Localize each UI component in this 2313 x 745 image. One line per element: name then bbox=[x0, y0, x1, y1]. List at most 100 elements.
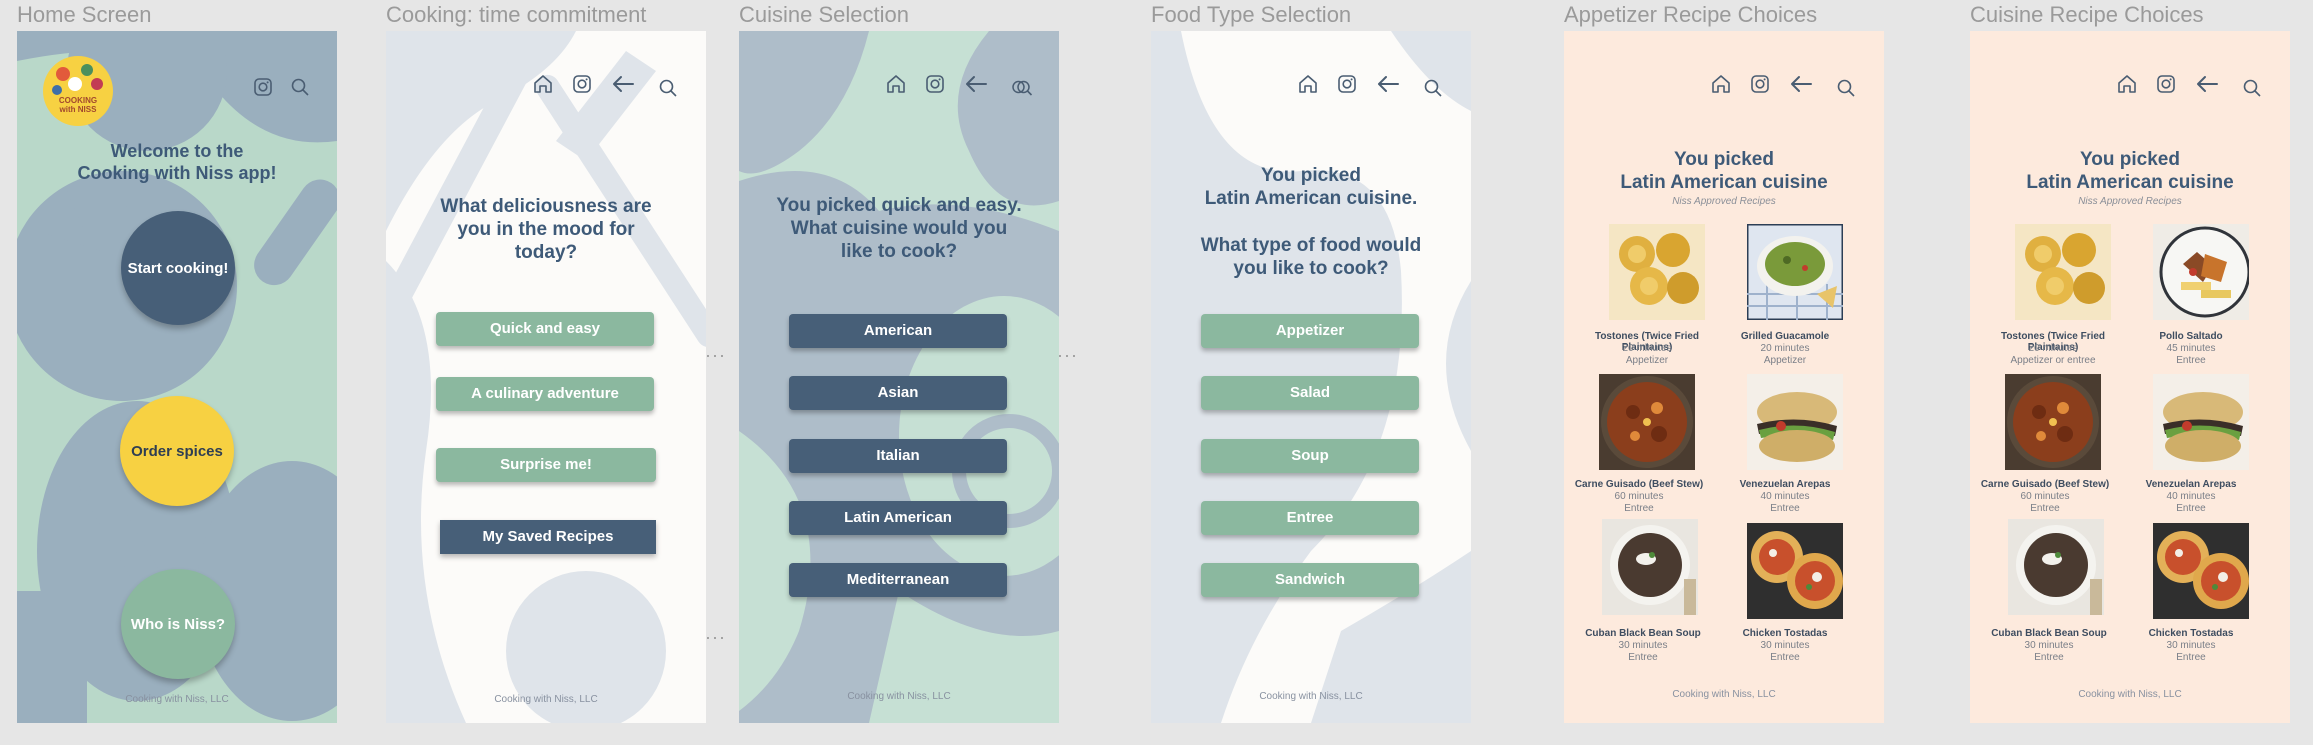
appetizer-recipes-frame: You picked Latin American cuisine Niss A… bbox=[1564, 31, 1884, 723]
welcome-heading: Welcome to the Cooking with Niss app! bbox=[77, 141, 277, 183]
food-entree[interactable]: Entree bbox=[1201, 501, 1419, 535]
option-quick-and-easy[interactable]: Quick and easy bbox=[436, 312, 654, 346]
search-icon[interactable] bbox=[1011, 78, 1033, 98]
recipe-image[interactable] bbox=[2153, 224, 2249, 320]
home-screen-frame: COOKING with NISS Welcome to the Cooking… bbox=[17, 31, 337, 723]
recipe-time: 40 minutes bbox=[2166, 491, 2216, 502]
frame-title-cuisine-recipes: Cuisine Recipe Choices bbox=[1970, 2, 2204, 27]
recipe-image[interactable] bbox=[1747, 523, 1843, 619]
recipe-name[interactable]: Cuban Black Bean Soup bbox=[1568, 628, 1718, 639]
recipe-type: Entree bbox=[2034, 652, 2064, 663]
cuisine-latin-american[interactable]: Latin American bbox=[789, 501, 1007, 535]
recipe-type: Entree bbox=[2030, 503, 2060, 514]
recipe-name[interactable]: Cuban Black Bean Soup bbox=[1974, 628, 2124, 639]
frame-title-time: Cooking: time commitment bbox=[386, 2, 647, 27]
app-logo[interactable]: COOKING with NISS bbox=[43, 56, 113, 126]
home-icon[interactable] bbox=[1710, 73, 1732, 95]
food-salad[interactable]: Salad bbox=[1201, 376, 1419, 410]
question-heading: You picked Latin American cuisine. What … bbox=[1200, 165, 1422, 279]
instagram-icon[interactable] bbox=[2156, 74, 2176, 94]
recipe-name[interactable]: Venezuelan Arepas bbox=[1710, 479, 1860, 490]
search-icon[interactable] bbox=[1836, 78, 1856, 98]
recipes-subtitle: Niss Approved Recipes bbox=[1672, 196, 1776, 207]
back-arrow-icon[interactable] bbox=[964, 74, 988, 94]
recipe-type: Entree bbox=[1624, 503, 1654, 514]
food-soup[interactable]: Soup bbox=[1201, 439, 1419, 473]
logo-text: COOKING with NISS bbox=[58, 96, 98, 114]
cuisine-asian[interactable]: Asian bbox=[789, 376, 1007, 410]
back-arrow-icon[interactable] bbox=[1376, 74, 1400, 94]
recipe-type: Entree bbox=[1770, 503, 1800, 514]
recipe-image[interactable] bbox=[1609, 224, 1705, 320]
recipe-type: Appetizer bbox=[1763, 355, 1807, 366]
instagram-icon[interactable] bbox=[925, 74, 945, 94]
recipe-image[interactable] bbox=[2015, 224, 2111, 320]
recipe-image[interactable] bbox=[2153, 374, 2249, 470]
question-heading: What deliciousness are you in the mood f… bbox=[440, 196, 652, 264]
recipe-time: 20 minutes bbox=[1760, 343, 1810, 354]
recipe-name[interactable]: Venezuelan Arepas bbox=[2116, 479, 2266, 490]
frame-title-appetizer: Appetizer Recipe Choices bbox=[1564, 2, 1818, 27]
food-sandwich[interactable]: Sandwich bbox=[1201, 563, 1419, 597]
recipe-name[interactable]: Grilled Guacamole bbox=[1710, 331, 1860, 342]
home-icon[interactable] bbox=[885, 73, 907, 95]
cuisine-italian[interactable]: Italian bbox=[789, 439, 1007, 473]
cuisine-recipes-frame: You picked Latin American cuisine Niss A… bbox=[1970, 31, 2290, 723]
recipe-time: 45 minutes bbox=[2166, 343, 2216, 354]
ellipsis-icon: ··· bbox=[705, 627, 726, 647]
back-arrow-icon[interactable] bbox=[611, 74, 635, 94]
recipe-name[interactable]: Carne Guisado (Beef Stew) bbox=[1564, 479, 1714, 490]
recipe-image[interactable] bbox=[1602, 519, 1698, 615]
recipe-type: Entree bbox=[1628, 652, 1658, 663]
recipe-type: Entree bbox=[2176, 652, 2206, 663]
recipe-time: 20 minutes bbox=[2028, 343, 2078, 354]
recipe-time: 60 minutes bbox=[1614, 491, 1664, 502]
start-cooking-button[interactable]: Start cooking! bbox=[121, 211, 235, 325]
frame-title-cuisine: Cuisine Selection bbox=[739, 2, 909, 27]
search-icon[interactable] bbox=[658, 78, 678, 98]
footer-text: Cooking with Niss, LLC bbox=[494, 694, 598, 705]
home-icon[interactable] bbox=[1297, 73, 1319, 95]
recipe-type: Entree bbox=[1770, 652, 1800, 663]
instagram-icon[interactable] bbox=[253, 77, 273, 97]
recipe-time: 40 minutes bbox=[1760, 491, 1810, 502]
cuisine-american[interactable]: American bbox=[789, 314, 1007, 348]
recipe-name[interactable]: Carne Guisado (Beef Stew) bbox=[1970, 479, 2120, 490]
recipe-image[interactable] bbox=[1747, 374, 1843, 470]
recipe-image[interactable] bbox=[2005, 374, 2101, 470]
recipe-time: 20 minutes bbox=[1622, 343, 1672, 354]
search-icon[interactable] bbox=[290, 77, 310, 97]
recipe-time: 30 minutes bbox=[2166, 640, 2216, 651]
recipe-type: Appetizer bbox=[1625, 355, 1669, 366]
recipe-name[interactable]: Chicken Tostadas bbox=[2116, 628, 2266, 639]
who-is-niss-button[interactable]: Who is Niss? bbox=[121, 569, 235, 679]
recipe-image[interactable] bbox=[1747, 224, 1843, 320]
option-surprise-me[interactable]: Surprise me! bbox=[436, 448, 656, 482]
recipe-image[interactable] bbox=[2008, 519, 2104, 615]
instagram-icon[interactable] bbox=[1337, 74, 1357, 94]
home-icon[interactable] bbox=[532, 73, 554, 95]
search-icon[interactable] bbox=[2242, 78, 2262, 98]
instagram-icon[interactable] bbox=[572, 74, 592, 94]
instagram-icon[interactable] bbox=[1750, 74, 1770, 94]
home-icon[interactable] bbox=[2116, 73, 2138, 95]
recipe-time: 60 minutes bbox=[2020, 491, 2070, 502]
back-arrow-icon[interactable] bbox=[1789, 74, 1813, 94]
recipe-name[interactable]: Chicken Tostadas bbox=[1710, 628, 1860, 639]
recipe-image[interactable] bbox=[1599, 374, 1695, 470]
search-icon[interactable] bbox=[1423, 78, 1443, 98]
recipe-name[interactable]: Pollo Saltado bbox=[2116, 331, 2266, 342]
recipe-time: 30 minutes bbox=[1760, 640, 1810, 651]
my-saved-recipes-button[interactable]: My Saved Recipes bbox=[440, 520, 656, 554]
recipe-type: Entree bbox=[2176, 503, 2206, 514]
footer-text: Cooking with Niss, LLC bbox=[2078, 689, 2182, 700]
frame-title-home: Home Screen bbox=[17, 2, 152, 27]
cuisine-mediterranean[interactable]: Mediterranean bbox=[789, 563, 1007, 597]
recipe-image[interactable] bbox=[2153, 523, 2249, 619]
recipes-heading: You picked Latin American cuisine bbox=[1620, 149, 1828, 194]
option-culinary-adventure[interactable]: A culinary adventure bbox=[436, 377, 654, 411]
time-commitment-frame: What deliciousness are you in the mood f… bbox=[386, 31, 706, 723]
order-spices-button[interactable]: Order spices bbox=[120, 396, 234, 506]
food-appetizer[interactable]: Appetizer bbox=[1201, 314, 1419, 348]
back-arrow-icon[interactable] bbox=[2195, 74, 2219, 94]
